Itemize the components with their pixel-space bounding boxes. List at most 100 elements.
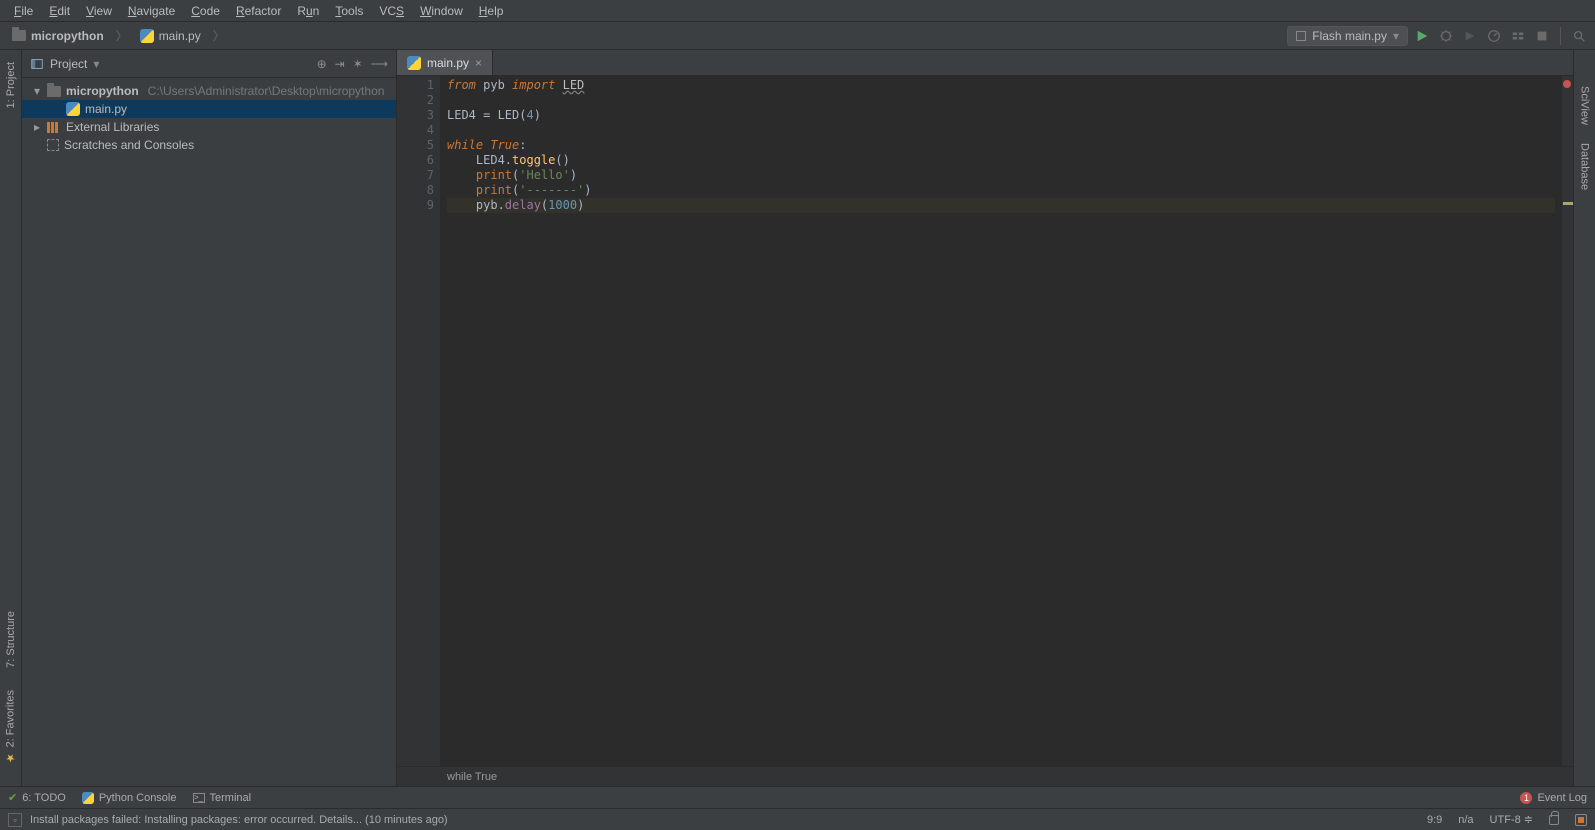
tree-scratches[interactable]: ▸ Scratches and Consoles	[22, 136, 396, 154]
bottom-tab-todo[interactable]: ✔ 6: TODO	[8, 791, 66, 804]
nav-toolbar: micropython 〉 main.py 〉 Flash main.py ▾	[0, 22, 1595, 50]
breadcrumb-sep-end: 〉	[213, 27, 225, 44]
menu-code[interactable]: Code	[183, 4, 228, 18]
hide-icon[interactable]: ⟶	[371, 57, 388, 71]
menu-tools[interactable]: Tools	[327, 4, 371, 18]
left-tab-favorites[interactable]: ★2: Favorites	[2, 684, 19, 770]
tree-external-libs-label: External Libraries	[66, 120, 159, 134]
expand-arrow-icon[interactable]: ▾	[32, 84, 42, 98]
close-tab-icon[interactable]: ×	[475, 56, 482, 70]
debug-button[interactable]	[1436, 26, 1456, 46]
right-tool-gutter: SciView Database	[1573, 50, 1595, 786]
bottom-tab-terminal-label: Terminal	[210, 792, 252, 804]
menu-window[interactable]: Window	[412, 4, 471, 18]
run-config-dropdown[interactable]: Flash main.py ▾	[1287, 26, 1408, 46]
menu-navigate[interactable]: Navigate	[120, 4, 183, 18]
python-file-icon	[66, 102, 80, 116]
tree-file-main[interactable]: main.py	[22, 100, 396, 118]
breadcrumb-project-label: micropython	[31, 29, 104, 43]
editor-area: main.py × 123456789 from pyb import LEDL…	[397, 50, 1573, 786]
menu-file[interactable]: File	[6, 4, 41, 18]
python-file-icon	[407, 56, 421, 70]
chevron-down-icon: ▾	[93, 57, 99, 71]
menu-vcs[interactable]: VCS	[371, 4, 412, 18]
tree-root-path: C:\Users\Administrator\Desktop\micropyth…	[148, 84, 385, 98]
status-right: 9:9 n/a UTF-8 ≑	[1427, 813, 1587, 826]
error-indicator-icon[interactable]	[1563, 80, 1571, 88]
bottom-tab-python-console[interactable]: Python Console	[82, 792, 177, 804]
editor-breadcrumb[interactable]: while True	[397, 766, 1573, 786]
status-message[interactable]: Install packages failed: Installing pack…	[30, 814, 448, 826]
tree-external-libs[interactable]: ▸ External Libraries	[22, 118, 396, 136]
expand-arrow-icon[interactable]: ▸	[32, 120, 42, 134]
chevron-icon: ≑	[1524, 814, 1533, 826]
search-everywhere-button[interactable]	[1569, 26, 1589, 46]
project-title[interactable]: Project ▾	[30, 57, 99, 71]
editor-tabs: main.py ×	[397, 50, 1573, 76]
right-tab-sciview[interactable]: SciView	[1577, 80, 1593, 131]
stripe-mark[interactable]	[1563, 202, 1573, 205]
stop-button[interactable]	[1532, 26, 1552, 46]
terminal-icon: >_	[193, 793, 205, 803]
checkmark-icon: ✔	[8, 791, 17, 804]
lock-icon[interactable]	[1549, 815, 1559, 825]
right-tab-database[interactable]: Database	[1577, 137, 1593, 196]
bottom-tab-todo-label: 6: TODO	[22, 792, 66, 804]
bottom-tab-terminal[interactable]: >_ Terminal	[193, 792, 252, 804]
status-windows-icon[interactable]: ▫	[8, 813, 22, 827]
editor-tab-label: main.py	[427, 56, 469, 70]
breadcrumb-file[interactable]: main.py	[134, 27, 207, 45]
event-badge: 1	[1520, 792, 1532, 804]
menu-view[interactable]: View	[78, 4, 120, 18]
bottom-tab-event-log[interactable]: 1 Event Log	[1520, 792, 1587, 804]
toolbar-right: Flash main.py ▾	[1287, 26, 1589, 46]
python-icon	[82, 792, 94, 804]
menu-run[interactable]: Run	[289, 4, 327, 18]
breadcrumb-project[interactable]: micropython	[6, 27, 110, 45]
breadcrumb-file-label: main.py	[159, 29, 201, 43]
bottom-tab-event-log-label: Event Log	[1537, 792, 1587, 804]
bottom-bar-right: 1 Event Log	[1520, 792, 1587, 804]
editor-body: 123456789 from pyb import LEDLED4 = LED(…	[397, 76, 1573, 766]
tree-file-name: main.py	[85, 102, 127, 116]
line-gutter[interactable]: 123456789	[397, 76, 441, 766]
chevron-down-icon: ▾	[1393, 29, 1399, 43]
status-cursor-pos[interactable]: 9:9	[1427, 814, 1442, 826]
left-tool-gutter: 1: Project 7: Structure ★2: Favorites	[0, 50, 22, 786]
project-title-label: Project	[50, 57, 87, 71]
main-area: 1: Project 7: Structure ★2: Favorites Pr…	[0, 50, 1595, 786]
menu-bar: File Edit View Navigate Code Refactor Ru…	[0, 0, 1595, 22]
bottom-tool-bar: ✔ 6: TODO Python Console >_ Terminal 1 E…	[0, 786, 1595, 808]
breadcrumb-sep: 〉	[116, 27, 128, 44]
run-config-icon	[1296, 31, 1306, 41]
editor-tab-main[interactable]: main.py ×	[397, 50, 493, 75]
project-tree: ▾ micropython C:\Users\Administrator\Des…	[22, 78, 396, 158]
status-bar: ▫ Install packages failed: Installing pa…	[0, 808, 1595, 830]
bottom-tab-python-console-label: Python Console	[99, 792, 177, 804]
run-with-coverage-button[interactable]	[1460, 26, 1480, 46]
project-view-icon	[30, 57, 44, 71]
menu-help[interactable]: Help	[471, 4, 512, 18]
code-editor[interactable]: from pyb import LEDLED4 = LED(4)while Tr…	[441, 76, 1561, 766]
status-encoding[interactable]: UTF-8 ≑	[1490, 813, 1533, 826]
menu-refactor[interactable]: Refactor	[228, 4, 289, 18]
left-tab-structure[interactable]: 7: Structure	[3, 605, 19, 674]
project-header-actions: ⊕ ⇥ ✶ ⟶	[317, 57, 388, 71]
tree-root-name: micropython	[66, 84, 139, 98]
error-stripe[interactable]	[1561, 76, 1573, 766]
locate-icon[interactable]: ⊕	[317, 57, 327, 71]
inspector-icon[interactable]	[1575, 814, 1587, 826]
concurrency-button[interactable]	[1508, 26, 1528, 46]
run-config-label: Flash main.py	[1312, 29, 1387, 43]
tree-root[interactable]: ▾ micropython C:\Users\Administrator\Des…	[22, 82, 396, 100]
status-na[interactable]: n/a	[1458, 814, 1473, 826]
scratches-icon	[47, 139, 59, 151]
menu-edit[interactable]: Edit	[41, 4, 78, 18]
run-button[interactable]	[1412, 26, 1432, 46]
collapse-all-icon[interactable]: ⇥	[335, 57, 345, 71]
settings-icon[interactable]: ✶	[353, 57, 363, 71]
folder-icon	[12, 30, 26, 41]
left-tab-project[interactable]: 1: Project	[3, 56, 19, 114]
profiler-button[interactable]	[1484, 26, 1504, 46]
tree-scratches-label: Scratches and Consoles	[64, 138, 194, 152]
